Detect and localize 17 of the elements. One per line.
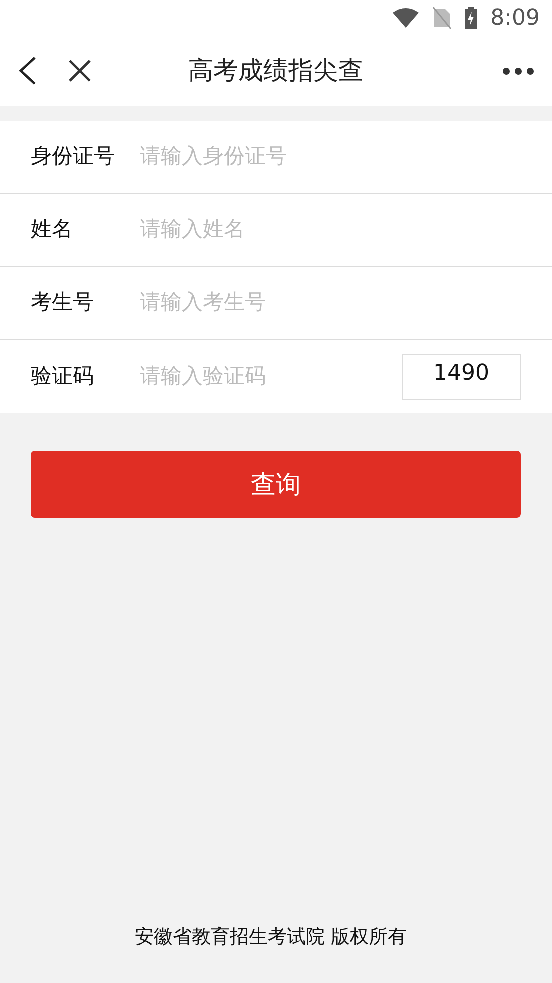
no-sim-icon xyxy=(432,7,451,29)
status-time: 8:09 xyxy=(490,4,540,32)
copyright-text: 安徽省教育招生考试院 版权所有 xyxy=(134,925,408,950)
captcha-image[interactable]: 1490 xyxy=(402,354,521,400)
field-label: 姓名 xyxy=(31,216,74,244)
field-label: 身份证号 xyxy=(31,143,116,170)
field-label: 考生号 xyxy=(31,289,95,316)
input-field[interactable]: 请输入验证码 xyxy=(140,360,402,392)
page-title: 高考成绩指尖查 xyxy=(188,55,364,88)
input-field[interactable]: 请输入考生号 xyxy=(140,287,521,319)
close-button[interactable] xyxy=(68,59,92,83)
query-button[interactable]: 查询 xyxy=(31,451,521,518)
input-field[interactable]: 请输入姓名 xyxy=(140,214,521,246)
battery-charging-icon xyxy=(464,7,477,29)
field-label: 验证码 xyxy=(31,362,95,390)
input-field[interactable]: 请输入身份证号 xyxy=(140,141,521,173)
wifi-icon xyxy=(392,8,419,28)
